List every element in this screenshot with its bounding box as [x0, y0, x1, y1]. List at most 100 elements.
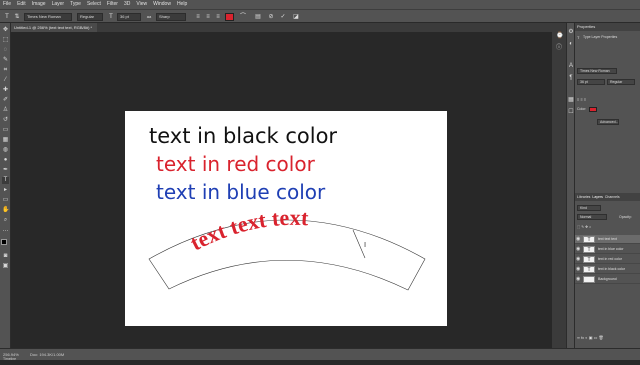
visibility-eye-icon[interactable]: ◉ — [576, 235, 580, 244]
brush-tool-icon[interactable]: ✐ — [2, 97, 9, 104]
lasso-tool-icon[interactable]: ◌ — [2, 47, 9, 54]
layer-thumbnail: T — [583, 236, 595, 243]
font-size-select[interactable]: 36 pt — [117, 13, 141, 21]
visibility-eye-icon[interactable]: ◉ — [576, 255, 580, 264]
warped-text-layer[interactable]: text text text — [186, 205, 310, 256]
layer-row[interactable]: ◉ Ttext in red color — [575, 255, 640, 264]
shape-tool-icon[interactable]: ▭ — [2, 197, 9, 204]
layer-row[interactable]: ◉ Background — [575, 275, 640, 284]
menu-3d[interactable]: 3D — [121, 0, 133, 9]
properties-font-style[interactable]: Regular — [607, 79, 635, 85]
properties-font-family[interactable]: Times New Roman — [577, 68, 617, 74]
warped-text-svg: text text text I — [148, 205, 426, 291]
menu-image[interactable]: Image — [29, 0, 49, 9]
eyedropper-tool-icon[interactable]: ⁄ — [2, 77, 9, 84]
warp-text-icon[interactable]: ⌒ — [239, 13, 247, 21]
character-panel-icon[interactable]: ▤ — [254, 13, 262, 21]
type-tool-icon[interactable]: T — [2, 177, 9, 184]
hand-tool-icon[interactable]: ✋ — [2, 207, 9, 214]
right-panels: Properties T Type Layer Properties Times… — [574, 23, 640, 348]
layer-name: Background — [598, 277, 617, 281]
text-color-swatch[interactable] — [225, 13, 234, 21]
commit-check-icon[interactable]: ✓ — [279, 13, 287, 21]
libraries-tab[interactable]: Libraries — [577, 195, 590, 199]
align-buttons-icon[interactable]: ≡ ≡ ≡ — [577, 97, 586, 102]
properties-panel-title[interactable]: Properties — [575, 23, 640, 31]
warp-bounding-path — [148, 219, 426, 291]
font-style-select[interactable]: Regular — [77, 13, 103, 21]
menu-view[interactable]: View — [133, 0, 150, 9]
menu-window[interactable]: Window — [150, 0, 174, 9]
canvas-area[interactable]: text in black color text in red color te… — [11, 32, 552, 348]
antialias-icon: aa — [146, 14, 152, 19]
layer-name: text in red color — [598, 257, 622, 261]
document-canvas[interactable]: text in black color text in red color te… — [125, 111, 447, 326]
layer-actions-bar[interactable]: ∞ fx ◐ ▣ ▭ 🗑 — [577, 335, 604, 340]
layer-name: text in black color — [598, 267, 626, 271]
type-tool-preset-icon[interactable]: T — [3, 13, 11, 21]
layer-thumbnail: T — [583, 246, 595, 253]
menu-type[interactable]: Type — [67, 0, 84, 9]
panel-icon-strip: ⚙ ◐ A ¶ ▦ ☐ — [566, 23, 574, 348]
opacity-label: Opacity: — [619, 215, 632, 219]
layer-kind-filter[interactable]: Kind — [577, 205, 601, 211]
path-select-tool-icon[interactable]: ▸ — [2, 187, 9, 194]
pen-tool-icon[interactable]: ✒ — [2, 167, 9, 174]
visibility-eye-icon[interactable]: ◉ — [576, 245, 580, 254]
gradient-tool-icon[interactable]: ▦ — [2, 137, 9, 144]
layer-thumbnail: T — [583, 266, 595, 273]
layer-name: text in blue color — [598, 247, 624, 251]
text-orientation-icon[interactable]: ⇅ — [13, 13, 21, 21]
properties-font-size[interactable]: 36 pt — [577, 79, 605, 85]
visibility-eye-icon[interactable]: ◉ — [576, 265, 580, 274]
stamp-tool-icon[interactable]: ♙ — [2, 107, 9, 114]
menu-edit[interactable]: Edit — [14, 0, 29, 9]
blend-mode-select[interactable]: Normal — [577, 214, 607, 220]
align-right-icon[interactable]: ≡ — [214, 13, 222, 21]
layer-row[interactable]: ◉ Ttext in black color — [575, 265, 640, 274]
cancel-icon[interactable]: ⊘ — [267, 13, 275, 21]
dodge-tool-icon[interactable]: ● — [2, 157, 9, 164]
zoom-tool-icon[interactable]: ⌕ — [2, 217, 9, 224]
3d-text-icon[interactable]: ◪ — [292, 13, 300, 21]
align-center-icon[interactable]: ≡ — [204, 13, 212, 21]
document-tab[interactable]: Untitled-1 @ 256% (text text text, RGB/8… — [11, 23, 97, 32]
menu-filter[interactable]: Filter — [104, 0, 121, 9]
align-left-icon[interactable]: ≡ — [194, 13, 202, 21]
properties-color-swatch[interactable] — [589, 107, 597, 112]
status-bar: 256.94% Doc: 194.3K/1.00M Timeline — [0, 348, 640, 361]
menu-layer[interactable]: Layer — [49, 0, 68, 9]
layers-tab[interactable]: Layers — [592, 195, 603, 199]
menu-help[interactable]: Help — [174, 0, 190, 9]
history-panel-icon[interactable]: ⌚ — [556, 33, 563, 39]
eraser-tool-icon[interactable]: ▭ — [2, 127, 9, 134]
doc-info[interactable]: Doc: 194.3K/1.00M — [30, 349, 64, 360]
more-tools-icon[interactable]: … — [2, 227, 9, 234]
crop-tool-icon[interactable]: ⌗ — [2, 67, 9, 74]
quick-select-tool-icon[interactable]: ✎ — [2, 57, 9, 64]
font-family-select[interactable]: Times New Roman — [24, 13, 72, 21]
antialias-select[interactable]: Sharp — [156, 13, 186, 21]
menu-file[interactable]: File — [0, 0, 14, 9]
blur-tool-icon[interactable]: ◍ — [2, 147, 9, 154]
layer-row[interactable]: ◉ Ttext in blue color — [575, 245, 640, 254]
screen-mode-icon[interactable]: ▣ — [2, 263, 9, 270]
layer-thumbnail: T — [583, 256, 595, 263]
properties-color-label: Color: — [577, 107, 587, 111]
layer-thumbnail — [583, 276, 595, 283]
foreground-color-swatch[interactable] — [1, 239, 7, 245]
visibility-eye-icon[interactable]: ◉ — [576, 275, 580, 284]
menu-select[interactable]: Select — [84, 0, 104, 9]
layer-row[interactable]: ◉ Ttext text text — [575, 235, 640, 244]
healing-tool-icon[interactable]: ✚ — [2, 87, 9, 94]
advanced-button[interactable]: Advanced... — [597, 119, 619, 125]
layer-name: text text text — [598, 237, 617, 241]
options-bar: T ⇅ Times New Roman Regular T 36 pt aa S… — [0, 9, 640, 23]
info-panel-icon[interactable]: ⓘ — [556, 45, 562, 51]
lock-controls[interactable]: ⬚ ✎ ✥ ⌂ — [577, 225, 591, 229]
marquee-tool-icon[interactable]: ⬚ — [2, 37, 9, 44]
quick-mask-icon[interactable]: ◙ — [2, 253, 9, 260]
move-tool-icon[interactable]: ✥ — [2, 27, 9, 34]
history-brush-icon[interactable]: ↺ — [2, 117, 9, 124]
channels-tab[interactable]: Channels — [605, 195, 620, 199]
